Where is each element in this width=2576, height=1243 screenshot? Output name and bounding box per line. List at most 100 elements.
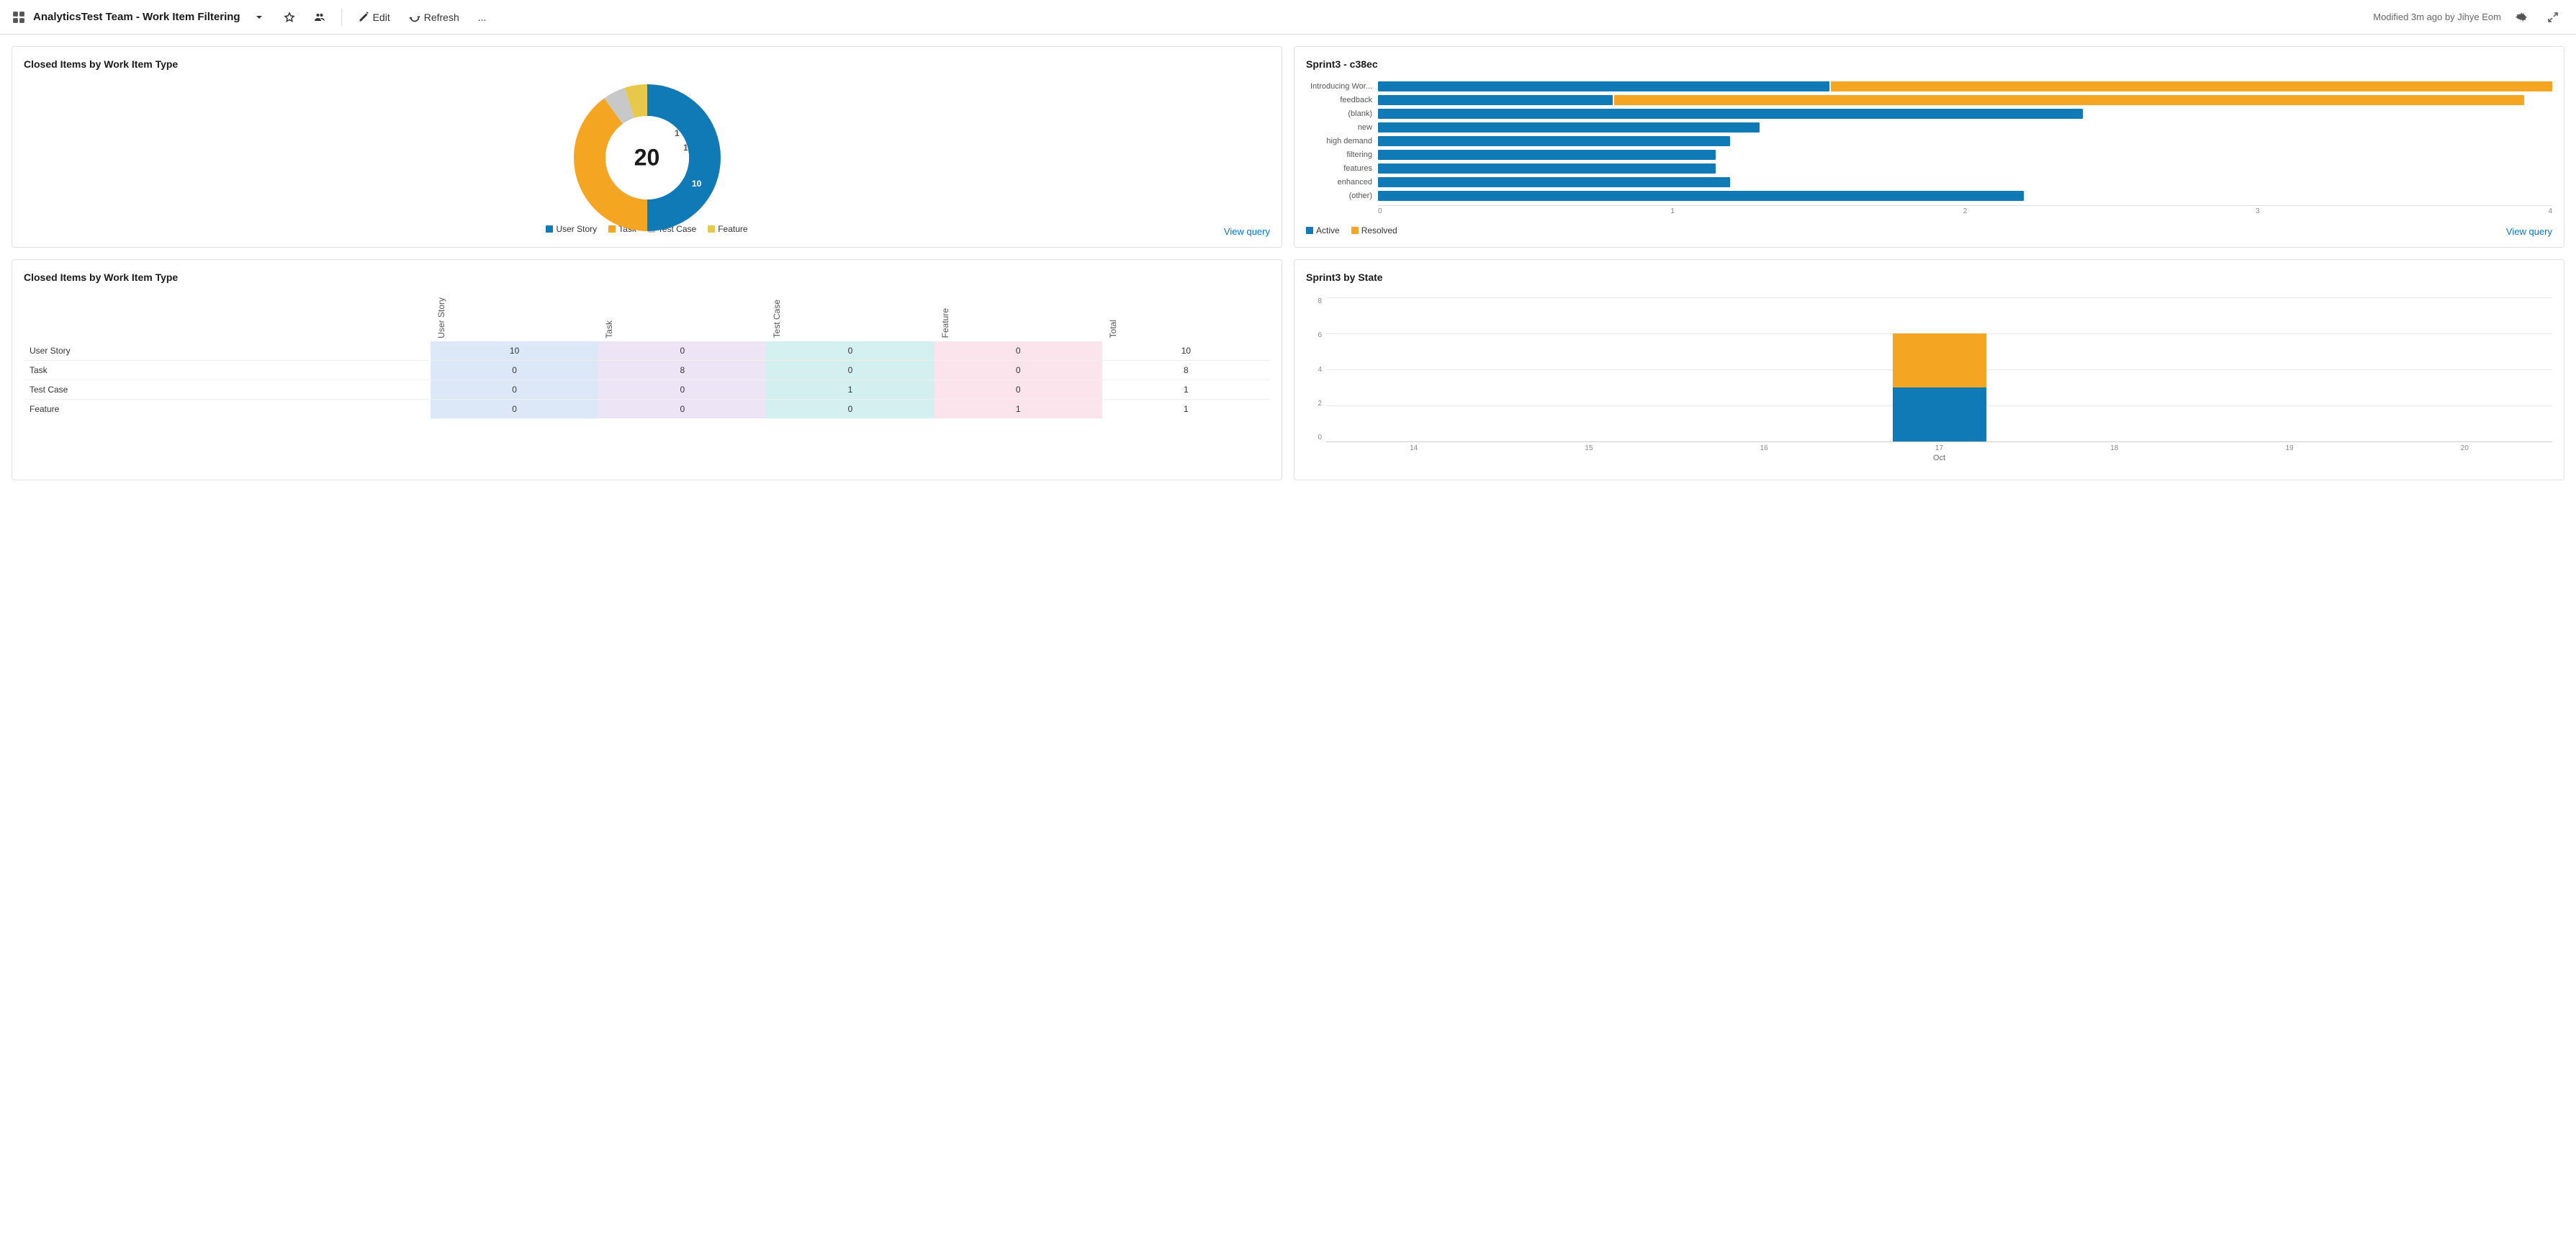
x-label-19: 19 (2285, 444, 2293, 452)
pivot-cell: 1 (1102, 380, 1270, 399)
pivot-cell: 0 (766, 360, 934, 380)
settings-button[interactable] (2510, 9, 2533, 26)
pivot-col-header-label: Task (604, 318, 614, 338)
x-label-14: 14 (1410, 444, 1418, 452)
pivot-cell: 0 (935, 360, 1102, 380)
sprint3-state-title: Sprint3 by State (1306, 272, 2552, 283)
x-axis-sublabel: Oct (1326, 454, 2552, 462)
pivot-cell: 0 (598, 399, 766, 418)
bar-row: enhanced (1306, 177, 2552, 187)
bar-row: (blank) (1306, 109, 2552, 119)
vbar-xaxis: 14 15 16 17 18 19 20 (1326, 444, 2552, 452)
bar-row-label: Introducing Wor... (1306, 82, 1378, 91)
topbar-right: Modified 3m ago by Jihye Eom (2373, 9, 2564, 26)
bar-legend-dot-active (1306, 227, 1313, 234)
bar-row: feedback (1306, 95, 2552, 105)
bar-track (1378, 136, 2552, 146)
bar-axis-label: 2 (1963, 207, 1968, 215)
vbar-main: 8 6 4 2 0 (1306, 297, 2552, 441)
bar-chart: Introducing Wor... feedback (blank) new high… (1306, 78, 2552, 218)
expand-button[interactable] (2541, 9, 2564, 26)
star-button[interactable] (278, 9, 301, 26)
donut-wrapper: 1 1 10 8 20 (568, 78, 726, 237)
bar-legend-dot-resolved (1351, 227, 1359, 234)
bar-track (1378, 122, 2552, 133)
pivot-table-wrapper: User StoryTaskTest CaseFeatureTotalUser … (24, 292, 1270, 418)
pivot-col-header-label: Total (1108, 317, 1118, 338)
svg-text:1: 1 (675, 128, 680, 138)
bar-axis-label: 3 (2256, 207, 2260, 215)
bar-row-label: (blank) (1306, 109, 1378, 118)
bar-seg-active (1378, 177, 1730, 187)
bar-seg-active (1378, 81, 1829, 91)
bar-row: Introducing Wor... (1306, 81, 2552, 91)
bar-row-label: new (1306, 123, 1378, 132)
x-label-16: 16 (1760, 444, 1768, 452)
bar-row: new (1306, 122, 2552, 133)
donut-chart-title: Closed Items by Work Item Type (24, 58, 1270, 70)
pivot-row: Feature00011 (24, 399, 1270, 418)
chevron-down-button[interactable] (248, 9, 271, 26)
x-label-18: 18 (2110, 444, 2118, 452)
pivot-col-header: Total (1102, 292, 1270, 341)
people-button[interactable] (308, 9, 331, 26)
bar-chart-legend: Active Resolved (1306, 225, 2552, 235)
pivot-cell: 0 (431, 380, 598, 399)
sprint3-bar-view-query[interactable]: View query (2506, 226, 2552, 237)
divider (341, 9, 342, 26)
y-label-6: 6 (1318, 331, 1322, 339)
pivot-col-header: User Story (431, 292, 598, 341)
bar-legend-label-resolved: Resolved (1361, 225, 1397, 235)
bar-axis-label: 1 (1670, 207, 1675, 215)
pivot-table-card: Closed Items by Work Item Type User Stor… (12, 259, 1282, 480)
ellipsis-button[interactable]: ... (472, 9, 492, 26)
svg-text:10: 10 (692, 179, 702, 189)
topbar: AnalyticsTest Team - Work Item Filtering… (0, 0, 2576, 35)
donut-total: 20 (634, 145, 660, 171)
edit-button[interactable]: Edit (352, 9, 396, 26)
bar-axis-line (1378, 205, 2552, 206)
y-label-2: 2 (1318, 400, 1322, 408)
y-label-4: 4 (1318, 366, 1322, 374)
refresh-button[interactable]: Refresh (403, 9, 465, 26)
pivot-col-header-label: Feature (940, 305, 950, 338)
bar-seg-active (1378, 150, 1716, 160)
bar-axis-labels: 01234 (1378, 207, 2552, 215)
pivot-col-header-label: Test Case (772, 297, 782, 338)
bar-row: high demand (1306, 136, 2552, 146)
vbar-yaxis: 8 6 4 2 0 (1306, 297, 1326, 441)
bar-axis-label: 4 (2548, 207, 2552, 215)
y-label-0: 0 (1318, 434, 1322, 441)
bar-track (1378, 177, 2552, 187)
pivot-cell: 0 (598, 380, 766, 399)
pivot-cell: 0 (766, 399, 934, 418)
bar-row: (other) (1306, 191, 2552, 201)
pivot-cell: 1 (766, 380, 934, 399)
pivot-cell: 1 (935, 399, 1102, 418)
bar-seg-resolved (1893, 333, 1986, 387)
pivot-cell: 0 (431, 399, 598, 418)
pivot-row: User Story1000010 (24, 341, 1270, 361)
bar-track (1378, 163, 2552, 174)
pivot-col-header: Test Case (766, 292, 934, 341)
bar-track (1378, 191, 2552, 201)
x-label-17: 17 (1935, 444, 1943, 452)
donut1-view-query[interactable]: View query (1224, 226, 1270, 237)
bar-seg-resolved (1831, 81, 2552, 91)
pivot-row: Test Case00101 (24, 380, 1270, 399)
sprint3-bar-card: Sprint3 - c38ec Introducing Wor...feedba… (1294, 46, 2564, 248)
svg-text:1: 1 (683, 143, 688, 153)
pivot-cell: 0 (598, 341, 766, 361)
bar-seg-active (1378, 191, 2024, 201)
pivot-corner (24, 292, 431, 341)
topbar-left: AnalyticsTest Team - Work Item Filtering… (12, 9, 2373, 26)
bar-seg-active (1893, 387, 1986, 441)
bar-row: features (1306, 163, 2552, 174)
bar-row-label: features (1306, 164, 1378, 173)
vbar-container: 8 6 4 2 0 (1306, 292, 2552, 468)
bar-row-label: enhanced (1306, 178, 1378, 187)
bar-row-label: (other) (1306, 192, 1378, 200)
pivot-cell: 10 (1102, 341, 1270, 361)
bar-seg-active (1378, 95, 1613, 105)
bar-row-label: high demand (1306, 137, 1378, 145)
